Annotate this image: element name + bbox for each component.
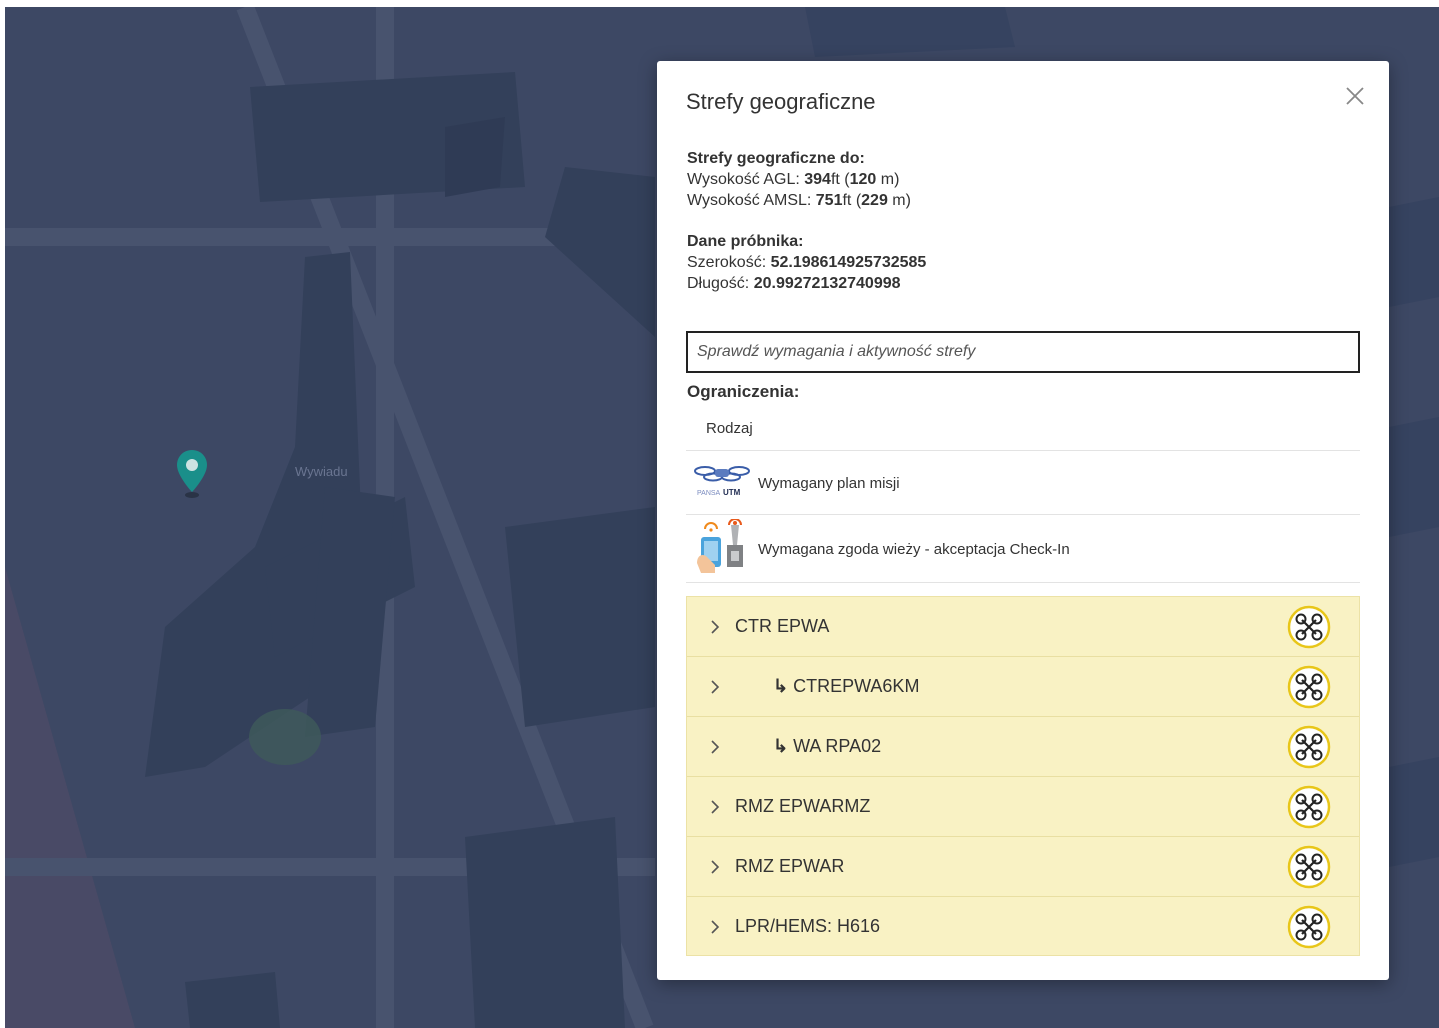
zone-name: ↳ WA RPA02 xyxy=(773,736,882,756)
restrictions-title: Ograniczenia: xyxy=(687,382,800,401)
zone-row-lpr-hems-h616[interactable]: LPR/HEMS: H616 xyxy=(687,897,1359,957)
restriction-label: Wymagany plan misji xyxy=(758,474,900,492)
zone-check-input[interactable] xyxy=(686,331,1360,373)
map-place-label: Wywiadu xyxy=(295,464,348,479)
zone-row-rmz-epwarmz[interactable]: RMZ EPWARMZ xyxy=(687,777,1359,837)
map-pin-icon[interactable] xyxy=(175,447,209,501)
zone-name: LPR/HEMS: H616 xyxy=(735,916,881,936)
zone-row-wa-rpa02[interactable]: ↳ WA RPA02 xyxy=(687,717,1359,777)
longitude: Długość: 20.99272132740998 xyxy=(687,275,901,292)
zone-name: RMZ EPWARMZ xyxy=(735,796,871,816)
svg-text:UTM: UTM xyxy=(723,488,741,497)
zone-row-ctrepwa6km[interactable]: ↳ CTREPWA6KM xyxy=(687,657,1359,717)
restriction-label: Wymagana zgoda wieży - akceptacja Check-… xyxy=(758,540,1070,558)
zone-row-rmz-epwar[interactable]: RMZ EPWAR xyxy=(687,837,1359,897)
drone-icon xyxy=(1287,605,1331,649)
probe-section: Dane próbnika: Szerokość: 52.19861492573… xyxy=(687,231,926,294)
restrictions-column-header: Rodzaj xyxy=(686,407,1360,451)
chevron-right-icon xyxy=(709,917,721,937)
drone-icon xyxy=(1287,665,1331,709)
restriction-row: Wymagana zgoda wieży - akceptacja Check-… xyxy=(686,516,1360,583)
zones-up-to-section: Strefy geograficzne do: Wysokość AGL: 39… xyxy=(687,148,911,211)
zone-name: CTR EPWA xyxy=(735,616,830,636)
chevron-right-icon xyxy=(709,857,721,877)
svg-text:PANSA: PANSA xyxy=(697,490,721,497)
zone-name: ↳ CTREPWA6KM xyxy=(773,676,920,696)
zones-up-to-heading: Strefy geograficzne do: xyxy=(687,150,865,167)
dialog-title: Strefy geograficzne xyxy=(686,89,876,114)
chevron-right-icon xyxy=(709,737,721,757)
drone-icon xyxy=(1287,845,1331,889)
probe-heading: Dane próbnika: xyxy=(687,233,804,250)
latitude: Szerokość: 52.198614925732585 xyxy=(687,254,927,271)
zone-row-ctr-epwa[interactable]: CTR EPWA xyxy=(687,597,1359,657)
geo-zones-dialog: Strefy geograficzne Strefy geograficzne … xyxy=(657,61,1389,980)
agl-altitude: Wysokość AGL: 394ft (120 m) xyxy=(687,171,900,188)
tower-checkin-icon xyxy=(693,518,751,579)
zones-list: CTR EPWA ↳ CTREPWA6KM ↳ WA RPA02 RMZ EPW… xyxy=(686,596,1360,956)
drone-icon xyxy=(1287,725,1331,769)
close-icon[interactable] xyxy=(1342,83,1368,109)
chevron-right-icon xyxy=(709,677,721,697)
amsl-altitude: Wysokość AMSL: 751ft (229 m) xyxy=(687,192,911,209)
drone-icon xyxy=(1287,905,1331,949)
pansa-utm-logo-icon: PANSA UTM xyxy=(693,461,751,505)
drone-icon xyxy=(1287,785,1331,829)
restriction-row: PANSA UTM Wymagany plan misji xyxy=(686,452,1360,515)
chevron-right-icon xyxy=(709,797,721,817)
zone-name: RMZ EPWAR xyxy=(735,856,845,876)
chevron-right-icon xyxy=(709,617,721,637)
